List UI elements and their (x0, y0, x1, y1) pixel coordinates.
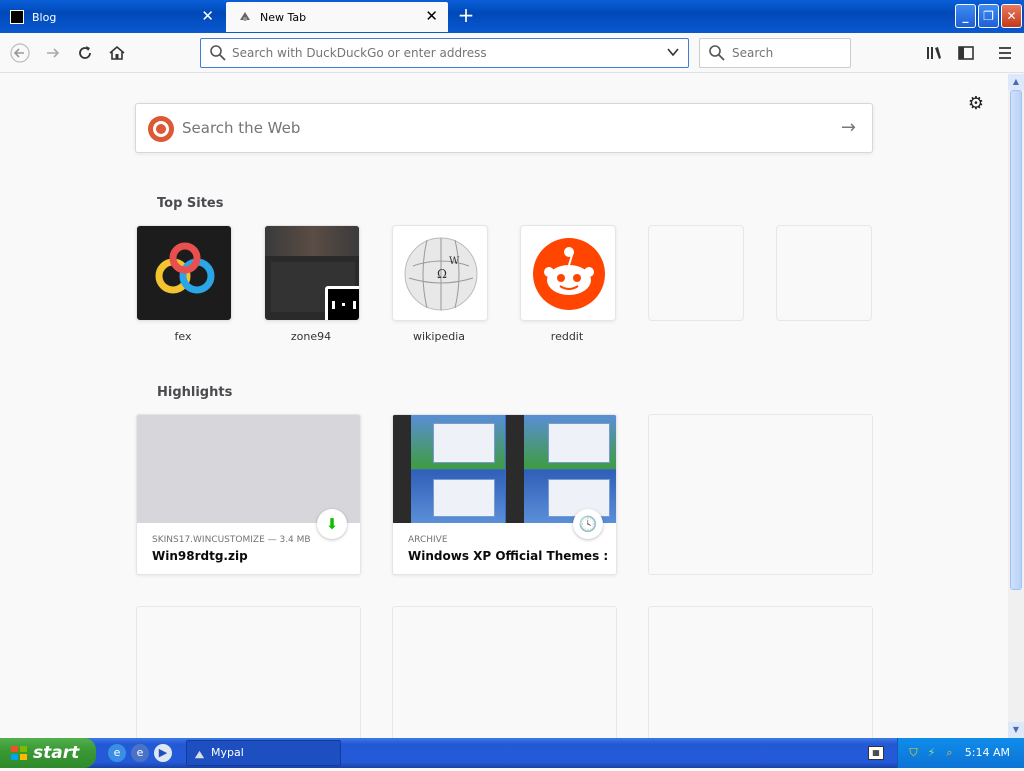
windows-flag-icon (11, 746, 27, 760)
search-input[interactable] (732, 46, 842, 60)
new-tab-page: ⚙ → Top Sites fex zone94 Ω W (0, 74, 1008, 738)
top-site-label: zone94 (290, 330, 332, 343)
sidebar-icon[interactable] (956, 43, 976, 63)
scroll-up-icon[interactable]: ▲ (1008, 74, 1024, 90)
web-search-input[interactable] (182, 119, 822, 137)
taskbar: start e e ▶ Mypal ▦ ⛉ ⚡ ⌕ 5:14 AM (0, 738, 1024, 768)
navigation-bar (0, 33, 1024, 73)
web-search-box[interactable]: → (135, 103, 873, 153)
highlight-empty (648, 606, 873, 738)
reddit-logo-icon (533, 238, 605, 310)
title-bar: Blog ✕ New Tab ✕ + _ ❐ ✕ (0, 0, 1024, 33)
tab-blog-label: Blog (32, 10, 57, 24)
start-button[interactable]: start (0, 738, 96, 768)
zone94-thumbnail (265, 226, 359, 256)
vertical-scrollbar[interactable]: ▲ ▼ (1008, 74, 1024, 738)
system-tray: ⛉ ⚡ ⌕ 5:14 AM (897, 738, 1024, 768)
highlight-context: SKINS17.WINCUSTOMIZE — 3.4 MB (152, 535, 311, 545)
scroll-down-icon[interactable]: ▼ (1008, 722, 1024, 738)
maximize-button[interactable]: ❐ (978, 4, 999, 28)
fex-logo-icon (155, 242, 215, 294)
start-label: start (33, 743, 80, 763)
search-bar[interactable] (699, 38, 851, 68)
close-tab-icon[interactable]: ✕ (425, 9, 438, 24)
close-tab-icon[interactable]: ✕ (201, 9, 214, 24)
clock-icon: 🕓 (573, 509, 603, 539)
top-site-label: fex (174, 330, 192, 343)
zone94-favicon-icon (325, 286, 359, 320)
search-icon (210, 45, 226, 61)
top-sites-heading: Top Sites (157, 196, 224, 211)
mypal-favicon-icon (238, 10, 252, 24)
chevron-down-icon[interactable] (666, 45, 680, 62)
highlight-card[interactable]: ⬇ SKINS17.WINCUSTOMIZE — 3.4 MB Win98rdt… (136, 414, 361, 575)
taskbar-item-label: Mypal (211, 746, 244, 759)
duckduckgo-logo-icon (148, 116, 174, 142)
top-site-label: wikipedia (412, 330, 465, 343)
download-icon: ⬇ (317, 509, 347, 539)
gear-icon[interactable]: ⚙ (966, 94, 986, 114)
network-icon[interactable]: ⚡ (924, 745, 939, 760)
top-site-reddit[interactable] (520, 225, 616, 321)
internet-explorer-icon[interactable]: e (108, 744, 126, 762)
browser-quicklaunch-icon[interactable]: e (131, 744, 149, 762)
highlight-empty (648, 414, 873, 575)
taskbar-item-mypal[interactable]: Mypal (186, 740, 341, 766)
tab-new-tab-label: New Tab (260, 10, 307, 24)
close-window-button[interactable]: ✕ (1001, 4, 1022, 28)
highlight-card[interactable]: 🕓 ARCHIVE Windows XP Official Themes : M… (392, 414, 617, 575)
reload-icon[interactable] (75, 43, 95, 63)
wikipedia-globe-icon: Ω W (404, 237, 478, 311)
svg-text:Ω: Ω (437, 267, 447, 281)
media-player-icon[interactable]: ▶ (154, 744, 172, 762)
top-site-empty (648, 225, 744, 321)
top-site-zone94[interactable] (264, 225, 360, 321)
back-arrow-icon[interactable] (10, 43, 30, 63)
top-site-empty (776, 225, 872, 321)
search-icon (709, 45, 725, 61)
shield-icon[interactable]: ⛉ (906, 745, 921, 760)
highlight-title: Win98rdtg.zip (152, 549, 248, 563)
top-site-fex[interactable] (136, 225, 232, 321)
url-input[interactable] (232, 46, 652, 60)
keyboard-icon[interactable]: ▦ (868, 746, 884, 760)
svg-text:W: W (449, 256, 460, 267)
menu-icon[interactable] (995, 43, 1015, 63)
arrow-right-icon[interactable]: → (841, 117, 856, 138)
search-tray-icon[interactable]: ⌕ (942, 745, 957, 760)
clock: 5:14 AM (964, 746, 1010, 759)
home-icon[interactable] (107, 43, 127, 63)
minimize-button[interactable]: _ (955, 4, 976, 28)
highlight-context: ARCHIVE (408, 535, 448, 545)
highlight-empty (392, 606, 617, 738)
new-tab-plus-icon[interactable]: + (456, 4, 476, 28)
highlight-title: Windows XP Official Themes : M... (408, 549, 608, 563)
highlights-heading: Highlights (157, 385, 233, 400)
blog-favicon-icon (10, 10, 24, 24)
top-site-wikipedia[interactable]: Ω W (392, 225, 488, 321)
library-icon[interactable] (924, 43, 944, 63)
top-site-label: reddit (550, 330, 584, 343)
tab-new-tab[interactable]: New Tab ✕ (226, 2, 448, 32)
scrollbar-thumb[interactable] (1010, 90, 1022, 590)
forward-arrow-icon[interactable] (43, 43, 63, 63)
mypal-favicon-icon (193, 747, 206, 760)
tab-blog[interactable]: Blog ✕ (2, 2, 224, 32)
highlight-empty (136, 606, 361, 738)
highlight-thumbnail (137, 415, 360, 523)
url-bar[interactable] (200, 38, 689, 68)
highlight-thumbnail (393, 415, 616, 523)
